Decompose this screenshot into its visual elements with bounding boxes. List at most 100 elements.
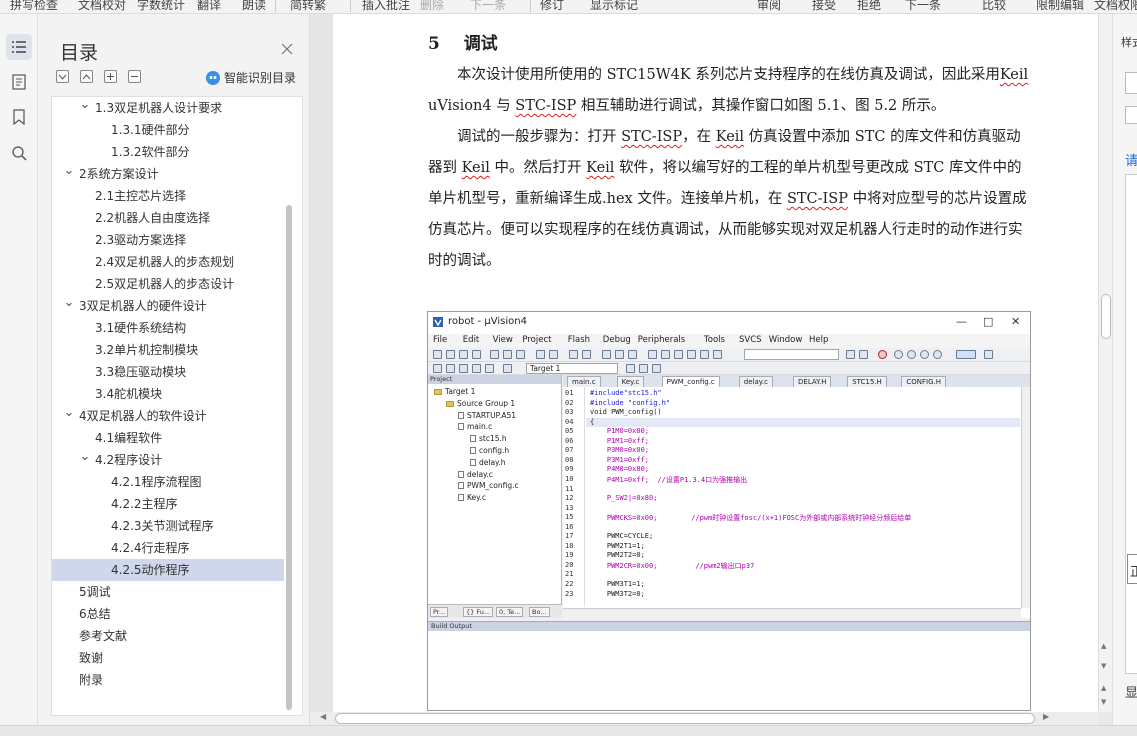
toc-item[interactable]: ⌄ 1.3双足机器人设计要求: [52, 97, 284, 119]
show-option-label[interactable]: 显: [1125, 682, 1137, 701]
chevron-down-icon[interactable]: ⌄: [79, 97, 91, 113]
project-tree-label: Key.c: [467, 493, 487, 503]
keil-screenshot: robot - µVision4 — □ ✕ File Edit View Proje…: [427, 311, 1031, 711]
toc-item[interactable]: 4.1编程软件: [52, 427, 284, 449]
nav-forward-icon: [582, 350, 591, 359]
next-change-button[interactable]: 下一条: [905, 0, 941, 13]
code-line: PWM3T1=1;: [590, 580, 645, 588]
spell-error-word[interactable]: Keil: [716, 129, 744, 145]
find-button[interactable]: [6, 140, 32, 166]
toc-item[interactable]: ⌄ 2系统方案设计: [52, 163, 284, 185]
spell-error-word[interactable]: STC-ISP: [787, 191, 848, 207]
simp-to-trad-button[interactable]: 简转繁: [290, 0, 326, 13]
chevron-down-icon[interactable]: ⌄: [63, 295, 75, 311]
compare-button[interactable]: 比较: [982, 0, 1006, 13]
chevron-down-icon[interactable]: ⌄: [63, 405, 75, 421]
smart-toc-button[interactable]: 智能识别目录: [206, 69, 296, 86]
collapse-all-button[interactable]: [56, 70, 69, 83]
toc-item[interactable]: 附录: [52, 669, 284, 691]
editor-tab: CONFIG.H: [901, 376, 947, 387]
spell-check-button[interactable]: 拼写检查: [10, 0, 58, 13]
translate-button[interactable]: 翻译: [197, 0, 221, 13]
show-markup-button[interactable]: 显示标记: [590, 0, 638, 13]
prev-page-icon[interactable]: ▲: [1101, 684, 1106, 692]
toc-item[interactable]: 参考文献: [52, 625, 284, 647]
toc-item[interactable]: 3.4舵机模块: [52, 383, 284, 405]
toc-item[interactable]: 1.3.2软件部分: [52, 141, 284, 163]
doc-permission-button[interactable]: 文档权限: [1094, 0, 1137, 13]
track-changes-button[interactable]: 修订: [540, 0, 564, 13]
toc-item[interactable]: 3.3稳压驱动模块: [52, 361, 284, 383]
spell-error-word[interactable]: Keil: [586, 160, 614, 176]
toc-item[interactable]: 4.2.2主程序: [52, 493, 284, 515]
toc-item[interactable]: 致谢: [52, 647, 284, 669]
chevron-down-icon[interactable]: ⌄: [63, 163, 75, 179]
toc-item[interactable]: ⌄ 4.2程序设计: [52, 449, 284, 471]
scroll-up-icon[interactable]: ▲: [1101, 642, 1106, 650]
toc-item[interactable]: ⌄ 4双足机器人的软件设计: [52, 405, 284, 427]
toc-item[interactable]: 2.3驱动方案选择: [52, 229, 284, 251]
toc-item[interactable]: 2.2机器人自由度选择: [52, 207, 284, 229]
heading-text: 调试: [463, 34, 498, 54]
spell-error-word[interactable]: STC-ISP: [621, 129, 682, 145]
style-list-selected[interactable]: 正: [1127, 554, 1137, 584]
style-link[interactable]: 请: [1125, 150, 1137, 169]
toc-toggle-button[interactable]: [6, 34, 32, 60]
file-icon: [458, 470, 464, 478]
restrict-editing-button[interactable]: 限制编辑: [1036, 0, 1084, 13]
toc-item[interactable]: 2.1主控芯片选择: [52, 185, 284, 207]
scroll-down-icon[interactable]: ▼: [1101, 662, 1106, 670]
toc-item[interactable]: 6总结: [52, 603, 284, 625]
toc-item[interactable]: 4.2.4行走程序: [52, 537, 284, 559]
toc-item[interactable]: 4.2.5动作程序: [52, 559, 284, 581]
toc-item[interactable]: 1.3.1硬件部分: [52, 119, 284, 141]
toc-item[interactable]: 5调试: [52, 581, 284, 603]
scroll-right-icon[interactable]: ▶: [1043, 712, 1049, 721]
toc-item[interactable]: 3.2单片机控制模块: [52, 339, 284, 361]
accept-button[interactable]: 接受: [812, 0, 836, 13]
review-button[interactable]: 审阅: [757, 0, 781, 13]
toc-close-button[interactable]: [278, 40, 296, 58]
remove-heading-button[interactable]: [128, 70, 141, 83]
scroll-left-icon[interactable]: ◀: [320, 712, 326, 721]
style-select[interactable]: [1125, 106, 1137, 124]
text-run: 调试的一般步骤为：打开: [457, 129, 622, 145]
heading-number: 5: [428, 34, 440, 54]
toc-item[interactable]: ⌄ 3双足机器人的硬件设计: [52, 295, 284, 317]
style-panel-title: 样式: [1121, 36, 1137, 49]
copy-icon: [503, 350, 512, 359]
spell-error-word[interactable]: Keil: [462, 160, 490, 176]
code-editor: main.c Key.c PWM_config.c delay.c DELAY.H STC…: [563, 375, 1030, 618]
read-aloud-button[interactable]: 朗读: [242, 0, 266, 13]
toc-item[interactable]: 3.1硬件系统结构: [52, 317, 284, 339]
toc-item[interactable]: 4.2.1程序流程图: [52, 471, 284, 493]
document-hscrollbar[interactable]: ◀ ▶: [310, 712, 1098, 725]
toc-scrollbar[interactable]: [286, 205, 292, 710]
style-input[interactable]: [1125, 72, 1137, 94]
next-page-icon[interactable]: ▼: [1101, 698, 1106, 706]
reject-button[interactable]: 拒绝: [857, 0, 881, 13]
next-comment-button[interactable]: 下一条: [470, 0, 506, 13]
toc-item[interactable]: 2.5双足机器人的步态设计: [52, 273, 284, 295]
chevron-down-icon[interactable]: ⌄: [79, 449, 91, 465]
delete-comment-button[interactable]: 删除: [420, 0, 444, 13]
toc-item[interactable]: 2.4双足机器人的步态规划: [52, 251, 284, 273]
doc-proofread-button[interactable]: 文档校对: [78, 0, 126, 13]
document-hscroll-thumb[interactable]: [335, 713, 1035, 724]
add-heading-button[interactable]: [104, 70, 117, 83]
file-extensions-icon: [639, 364, 648, 373]
spell-error-word[interactable]: Keil: [1000, 67, 1028, 83]
toc-item[interactable]: 4.2.3关节测试程序: [52, 515, 284, 537]
document-scroll-thumb[interactable]: [1101, 294, 1111, 339]
insert-comment-button[interactable]: 插入批注: [362, 0, 410, 13]
project-tree-node: Target 1: [434, 387, 475, 396]
document-icon: [12, 74, 26, 90]
chapter-nav-button[interactable]: [6, 69, 32, 95]
toc-item-label: 3双足机器人的硬件设计: [79, 299, 207, 313]
bookmark-button[interactable]: [6, 104, 32, 130]
breakpoint-toggle-icon: [907, 350, 916, 359]
expand-up-button[interactable]: [80, 70, 93, 83]
spell-error-word[interactable]: STC-ISP: [515, 98, 576, 114]
word-count-button[interactable]: 字数统计: [137, 0, 185, 13]
document-vscrollbar[interactable]: ▲ ▼ ▲ ▼: [1098, 14, 1112, 712]
